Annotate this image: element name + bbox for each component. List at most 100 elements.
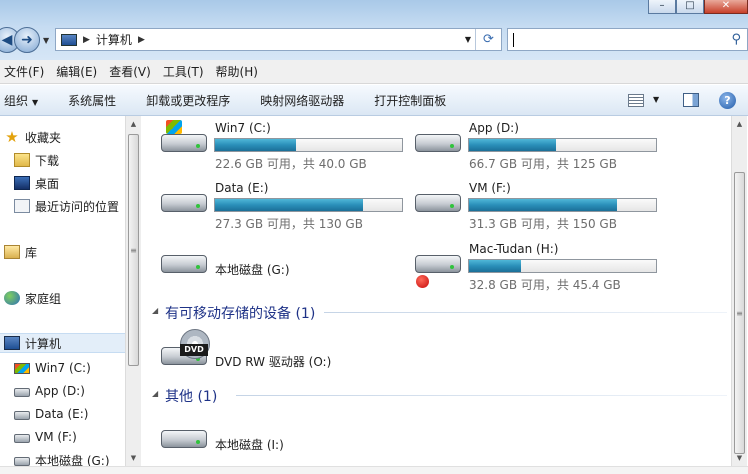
navigation-scrollbar[interactable]: ▲ ≡ ▼ [125,116,141,466]
maximize-button[interactable]: □ [676,0,704,14]
hard-drive-icon [415,134,461,152]
nav-drive-e[interactable]: Data (E:) [14,404,88,424]
dvd-badge: DVD [180,344,208,356]
forward-button[interactable]: ➜ [14,27,40,53]
search-box[interactable]: ⚲ [507,28,748,51]
preview-pane-icon[interactable] [683,93,699,107]
nav-label: Win7 (C:) [35,361,91,375]
content-pane: Win7 (C:) 22.6 GB 可用，共 40.0 GB App (D:) … [144,116,731,474]
menu-view[interactable]: 查看(V) [105,63,159,80]
drive-tile-g[interactable]: 本地磁盘 (G:) [144,237,398,293]
drive-usage-bar [468,138,657,152]
group-header-removable[interactable]: ◢ 有可移动存储的设备 (1) [152,303,727,322]
group-divider [236,395,727,396]
nav-label: 库 [25,245,38,260]
title-bar: – □ ✕ ◀ ➜ ▼ ▶ 计算机 ▶ ▼ ⟳ ⚲ [0,0,748,60]
drive-usage-fill [469,199,617,211]
nav-desktop[interactable]: 桌面 [14,173,59,193]
recent-places-icon [14,199,30,213]
menu-tools[interactable]: 工具(T) [159,63,212,80]
hard-drive-icon [14,388,30,397]
menu-help[interactable]: 帮助(H) [212,63,266,80]
nav-libraries[interactable]: 库 [4,242,37,262]
change-view-icon[interactable] [628,94,644,107]
scroll-up-icon[interactable]: ▲ [126,116,141,132]
drive-tile-d[interactable]: App (D:) 66.7 GB 可用，共 125 GB [398,116,657,172]
map-network-drive-button[interactable]: 映射网络驱动器 [260,92,344,109]
menu-file[interactable]: 文件(F) [0,63,52,80]
library-icon [4,245,20,259]
computer-icon [4,336,20,350]
scroll-down-icon[interactable]: ▼ [732,450,747,466]
drive-space-info: 31.3 GB 可用，共 150 GB [469,217,617,231]
drive-name: DVD RW 驱动器 (O:) [215,355,332,369]
hard-drive-icon [161,255,207,273]
drive-name: Mac-Tudan (H:) [469,242,559,256]
hard-drive-icon [14,457,30,466]
minimize-button[interactable]: – [648,0,676,14]
refresh-button[interactable]: ⟳ [475,29,501,50]
nav-label: 计算机 [25,336,62,351]
drive-space-info: 27.3 GB 可用，共 130 GB [215,217,363,231]
search-icon[interactable]: ⚲ [731,32,741,47]
nav-downloads[interactable]: 下载 [14,150,59,170]
nav-drive-f[interactable]: VM (F:) [14,427,77,447]
nav-label: App (D:) [35,384,85,398]
nav-label: 家庭组 [25,291,62,306]
view-options-dropdown-icon[interactable]: ▼ [653,95,659,104]
hard-drive-icon [161,194,207,212]
address-bar[interactable]: ▶ 计算机 ▶ ▼ ⟳ [55,28,502,51]
drive-tile-h[interactable]: Mac-Tudan (H:) 32.8 GB 可用，共 45.4 GB [398,237,657,293]
drive-tile-i[interactable]: 本地磁盘 (I:) [144,412,398,468]
scroll-down-icon[interactable]: ▼ [126,450,141,466]
apple-logo-icon [416,275,429,288]
drive-tile-dvd[interactable]: DVD DVD RW 驱动器 (O:) [144,329,398,385]
drive-usage-bar [468,198,657,212]
recent-pages-dropdown-icon[interactable]: ▼ [43,36,49,45]
organize-button[interactable]: 组织 ▼ [4,92,38,109]
collapse-triangle-icon[interactable]: ◢ [152,389,158,398]
drive-name: 本地磁盘 (I:) [215,438,284,452]
scroll-thumb[interactable]: ≡ [128,134,139,366]
details-pane-edge [0,466,748,474]
scroll-up-icon[interactable]: ▲ [732,116,747,132]
windows-drive-icon [14,362,30,374]
content-scrollbar[interactable]: ▲ ≡ ▼ [731,116,747,466]
collapse-triangle-icon[interactable]: ◢ [152,306,158,315]
nav-drive-c[interactable]: Win7 (C:) [14,358,91,378]
group-header-other[interactable]: ◢ 其他 (1) [152,386,727,405]
nav-recent-places[interactable]: 最近访问的位置 [14,196,119,216]
refresh-icon: ⟳ [483,32,494,47]
nav-homegroup[interactable]: 家庭组 [4,288,61,308]
nav-label: 收藏夹 [25,130,62,145]
drive-usage-bar [468,259,657,273]
breadcrumb-chevron-icon[interactable]: ▶ [83,35,90,45]
drive-tile-f[interactable]: VM (F:) 31.3 GB 可用，共 150 GB [398,176,657,232]
nav-computer[interactable]: 计算机 [0,333,127,353]
nav-label: 下载 [35,153,60,168]
breadcrumb-chevron-icon[interactable]: ▶ [138,35,145,45]
hard-drive-icon [161,430,207,448]
computer-icon [61,33,77,46]
organize-label: 组织 [4,93,29,108]
address-dropdown-icon[interactable]: ▼ [465,35,471,44]
scroll-thumb[interactable]: ≡ [734,172,745,454]
drive-tile-e[interactable]: Data (E:) 27.3 GB 可用，共 130 GB [144,176,403,232]
system-properties-button[interactable]: 系统属性 [68,92,116,109]
window-controls: – □ ✕ [648,0,748,16]
homegroup-icon [4,291,20,305]
close-button[interactable]: ✕ [704,0,748,14]
hard-drive-icon [14,411,30,420]
drive-usage-fill [215,139,297,151]
drive-name: Win7 (C:) [215,121,271,135]
text-caret [513,33,514,47]
nav-drive-d[interactable]: App (D:) [14,381,85,401]
menu-edit[interactable]: 编辑(E) [52,63,105,80]
drive-tile-c[interactable]: Win7 (C:) 22.6 GB 可用，共 40.0 GB [144,116,403,172]
drive-space-info: 22.6 GB 可用，共 40.0 GB [215,157,367,171]
help-icon[interactable]: ? [719,92,736,109]
uninstall-program-button[interactable]: 卸载或更改程序 [146,92,230,109]
breadcrumb-computer[interactable]: 计算机 [96,31,132,48]
nav-favorites[interactable]: ★ 收藏夹 [4,127,61,147]
open-control-panel-button[interactable]: 打开控制面板 [374,92,446,109]
